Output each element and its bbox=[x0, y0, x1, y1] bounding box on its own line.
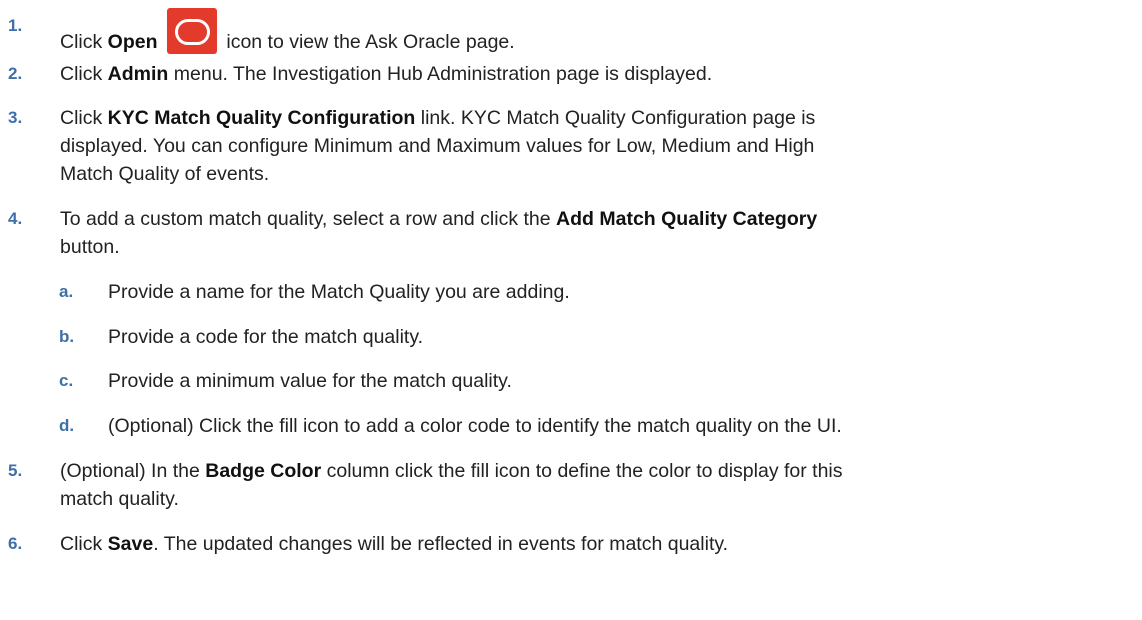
step-text: To add a custom match quality, select a … bbox=[60, 205, 1130, 261]
step-number: 2. bbox=[8, 64, 23, 83]
text-run: Provide a name for the Match Quality you… bbox=[108, 281, 570, 303]
step-text: (Optional) In the Badge Color column cli… bbox=[60, 457, 1130, 513]
substep-letter: d. bbox=[59, 416, 75, 435]
text-run: Click bbox=[60, 107, 108, 129]
ui-term-kyc-link: KYC Match Quality Configuration bbox=[107, 107, 416, 129]
substep-letter: b. bbox=[59, 327, 75, 346]
text-run: Click bbox=[60, 533, 108, 555]
step-number: 3. bbox=[8, 108, 23, 127]
text-run: Provide a code for the match quality. bbox=[108, 326, 424, 348]
step-text: Click Open icon to view the Ask Oracle p… bbox=[60, 8, 1130, 56]
text-run: (Optional) In the bbox=[60, 460, 206, 482]
step-text: Click Save. The updated changes will be … bbox=[60, 530, 1130, 558]
text-run: icon to view the Ask Oracle page. bbox=[220, 31, 515, 53]
text-run: displayed. You can configure Minimum and… bbox=[60, 135, 815, 157]
procedure-document: 1. Click Open icon to view the Ask Oracl… bbox=[0, 0, 1142, 620]
step-number: 1. bbox=[8, 16, 23, 35]
text-run: Click bbox=[60, 31, 108, 53]
step-text: (Optional) Click the fill icon to add a … bbox=[108, 412, 1128, 440]
text-run: To add a custom match quality, select a … bbox=[60, 208, 557, 230]
step-text: Click Admin menu. The Investigation Hub … bbox=[60, 60, 1130, 88]
ui-term-admin: Admin bbox=[107, 63, 169, 85]
text-run: Provide a minimum value for the match qu… bbox=[108, 370, 512, 392]
text-run: (Optional) Click the fill icon to add a … bbox=[108, 415, 842, 437]
text-run: link. KYC Match Quality Configuration pa… bbox=[415, 107, 816, 129]
ui-term-add-category: Add Match Quality Category bbox=[556, 208, 818, 230]
text-run: match quality. bbox=[60, 488, 179, 510]
text-run: Match Quality of events. bbox=[60, 163, 270, 185]
text-run: menu. The Investigation Hub Administrati… bbox=[168, 63, 713, 85]
text-run: . The updated changes will be reflected … bbox=[153, 533, 729, 555]
step-text: Provide a code for the match quality. bbox=[108, 323, 1128, 351]
oracle-open-icon bbox=[166, 8, 217, 54]
text-run: button. bbox=[60, 236, 120, 258]
substep-letter: a. bbox=[59, 282, 74, 301]
step-number: 4. bbox=[8, 209, 23, 228]
step-text: Provide a name for the Match Quality you… bbox=[108, 278, 1128, 306]
text-run: column click the fill icon to define the… bbox=[321, 460, 843, 482]
text-run: Click bbox=[60, 63, 108, 85]
step-text: Click KYC Match Quality Configuration li… bbox=[60, 104, 1130, 188]
step-number: 5. bbox=[8, 461, 23, 480]
ring-shape bbox=[174, 19, 210, 45]
ui-term-badge-color: Badge Color bbox=[205, 460, 322, 482]
ui-term-save: Save bbox=[107, 533, 154, 555]
step-text: Provide a minimum value for the match qu… bbox=[108, 367, 1128, 395]
ui-term-open: Open bbox=[107, 31, 158, 53]
substep-letter: c. bbox=[59, 371, 74, 390]
step-number: 6. bbox=[8, 534, 23, 553]
